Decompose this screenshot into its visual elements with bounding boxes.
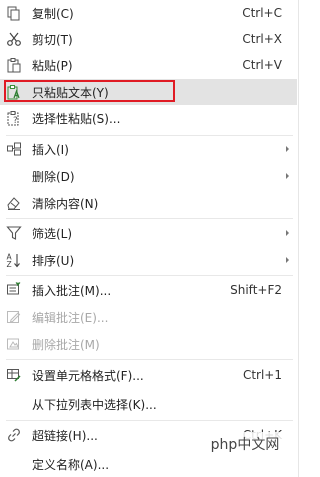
menu-item-filter[interactable]: 筛选(L) xyxy=(0,220,297,246)
menu-divider xyxy=(6,420,293,421)
eraser-icon xyxy=(7,197,20,210)
menu-item-label: 定义名称(A)... xyxy=(32,457,110,472)
menu-item-delete-comment: 删除批注(M) xyxy=(0,331,297,357)
menu-item-edit-comment: 编辑批注(E)... xyxy=(0,304,297,330)
menu-item-label: 粘贴(P) xyxy=(32,58,73,73)
watermark-badge: php中文网 xyxy=(202,432,288,456)
format-cells-icon xyxy=(7,369,21,382)
menu-item-shortcut: Ctrl+C xyxy=(242,6,282,20)
menu-item-label: 插入批注(M)... xyxy=(32,283,112,298)
submenu-arrow-icon xyxy=(286,173,289,179)
context-menu: 复制(C) Ctrl+C 剪切(T) Ctrl+X 粘贴(P) Ctrl+V 只… xyxy=(0,0,299,477)
menu-item-label: 编辑批注(E)... xyxy=(32,310,109,325)
menu-item-copy[interactable]: 复制(C) Ctrl+C xyxy=(0,0,297,26)
submenu-arrow-icon xyxy=(286,257,289,263)
insert-comment-icon xyxy=(7,282,21,295)
menu-item-delete[interactable]: 删除(D) xyxy=(0,163,297,189)
menu-divider xyxy=(6,359,293,360)
menu-item-cut[interactable]: 剪切(T) Ctrl+X xyxy=(0,26,297,52)
menu-item-label: 只粘贴文本(Y) xyxy=(32,85,109,100)
filter-icon xyxy=(6,226,22,240)
menu-item-label: 超链接(H)... xyxy=(32,428,98,443)
sort-az-icon: A Z xyxy=(7,253,20,268)
scissors-icon xyxy=(7,32,21,46)
delete-comment-icon xyxy=(7,338,19,350)
menu-item-label: 选择性粘贴(S)... xyxy=(32,111,121,126)
menu-item-label: 插入(I) xyxy=(32,142,69,157)
menu-item-clear-contents[interactable]: 清除内容(N) xyxy=(0,190,297,216)
paste-special-icon: ? xyxy=(7,111,19,126)
menu-item-pick-from-list[interactable]: 从下拉列表中选择(K)... xyxy=(0,391,297,417)
menu-item-label: 剪切(T) xyxy=(32,32,73,47)
menu-divider xyxy=(6,275,293,276)
menu-item-label: 筛选(L) xyxy=(32,226,73,241)
paste-icon xyxy=(7,58,21,73)
menu-item-label: 复制(C) xyxy=(32,6,74,21)
menu-item-shortcut: Ctrl+V xyxy=(242,58,282,72)
insert-icon xyxy=(7,142,21,156)
menu-item-shortcut: Ctrl+1 xyxy=(242,368,282,382)
menu-item-insert-comment[interactable]: 插入批注(M)... Shift+F2 xyxy=(0,277,297,303)
menu-item-paste[interactable]: 粘贴(P) Ctrl+V xyxy=(0,52,297,78)
menu-item-format-cells[interactable]: 设置单元格格式(F)... Ctrl+1 xyxy=(0,362,297,388)
edit-comment-icon xyxy=(7,311,21,323)
menu-item-shortcut: Ctrl+X xyxy=(242,32,282,46)
menu-item-paste-text-only[interactable]: 只粘贴文本(Y) xyxy=(0,79,297,105)
watermark-text: php中文网 xyxy=(210,437,280,453)
menu-item-insert[interactable]: 插入(I) xyxy=(0,136,297,162)
menu-item-label: 删除批注(M) xyxy=(32,337,100,352)
menu-item-shortcut: Shift+F2 xyxy=(230,283,282,297)
submenu-arrow-icon xyxy=(286,230,289,236)
menu-item-label: 删除(D) xyxy=(32,169,75,184)
menu-divider xyxy=(6,218,293,219)
menu-item-paste-special[interactable]: ? 选择性粘贴(S)... xyxy=(0,105,297,131)
submenu-arrow-icon xyxy=(286,146,289,152)
menu-item-label: 从下拉列表中选择(K)... xyxy=(32,397,157,412)
menu-item-label: 清除内容(N) xyxy=(32,196,99,211)
copy-icon xyxy=(7,6,20,21)
svg-text:?: ? xyxy=(13,116,18,126)
svg-text:Z: Z xyxy=(7,260,12,268)
menu-item-label: 排序(U) xyxy=(32,253,75,268)
menu-item-sort[interactable]: A Z 排序(U) xyxy=(0,247,297,273)
paste-text-icon xyxy=(7,85,20,100)
menu-item-label: 设置单元格格式(F)... xyxy=(32,368,144,383)
hyperlink-icon xyxy=(8,428,20,442)
